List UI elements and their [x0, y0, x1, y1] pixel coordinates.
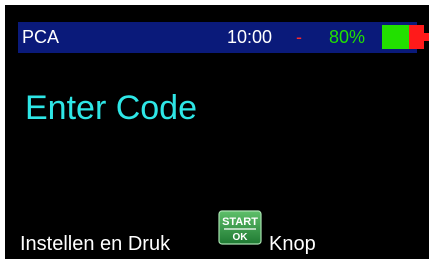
- battery-percent: 80%: [329, 27, 366, 47]
- device-name: PCA: [22, 27, 60, 47]
- battery-level: [382, 25, 409, 49]
- instruction-text: Instellen en Druk: [20, 233, 171, 255]
- device-screen: PCA 10:00 - 80% Enter Code Instellen en …: [5, 5, 429, 259]
- status-bar: PCA 10:00 - 80%: [18, 22, 429, 53]
- battery-empty-part: [409, 25, 424, 49]
- start-label: START: [222, 216, 258, 228]
- page-title: Enter Code: [25, 89, 197, 127]
- clock: 10:00: [227, 27, 273, 47]
- status-indicator: -: [296, 27, 302, 47]
- battery-tip: [424, 33, 429, 41]
- battery-icon: [382, 25, 432, 49]
- start-ok-icon: START OK: [218, 210, 262, 245]
- instruction-text-end: Knop: [269, 233, 316, 255]
- ok-label: OK: [233, 232, 249, 243]
